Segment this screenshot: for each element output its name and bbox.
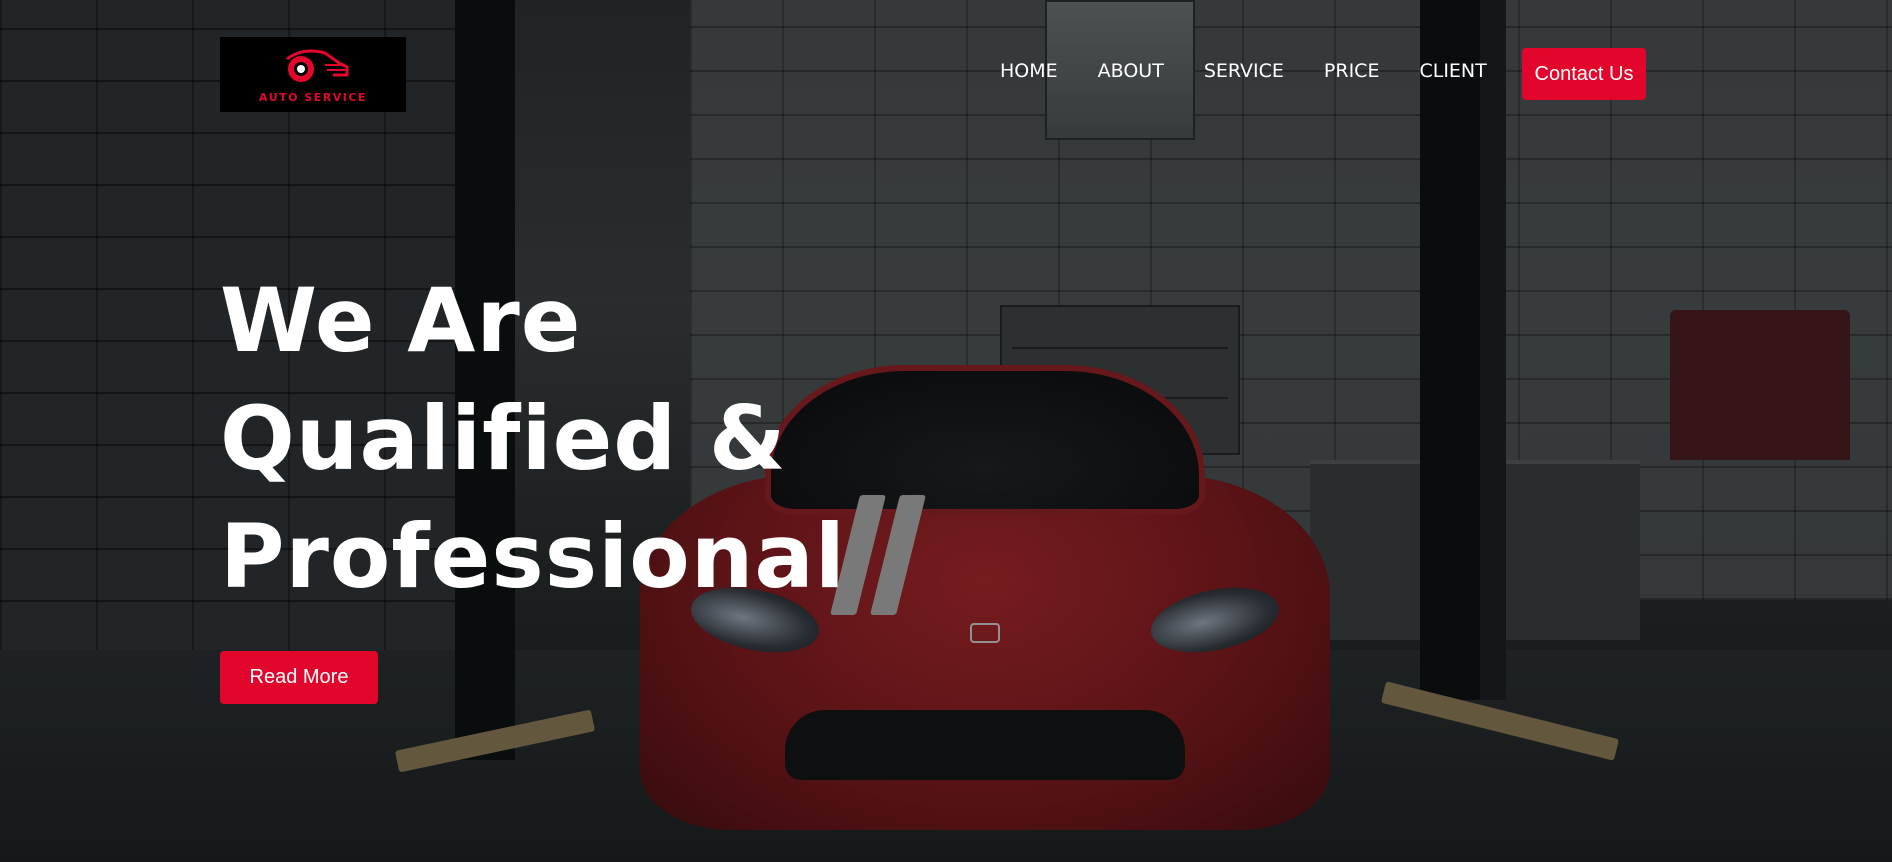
car-logo-icon [286,49,349,82]
hero-title-line: Professional [220,505,846,608]
contact-us-button[interactable]: Contact Us [1522,48,1646,100]
hero-title-line: Qualified & [220,387,787,490]
hero-title-line: We Are [220,269,582,372]
hero-title: We Are Qualified & Professional [220,262,920,616]
nav-price[interactable]: PRICE [1324,60,1380,82]
site-logo[interactable]: AUTO SERVICE [220,37,406,112]
main-nav: HOME ABOUT SERVICE PRICE CLIENT [1000,60,1527,82]
logo-text: AUTO SERVICE [259,91,367,104]
nav-about[interactable]: ABOUT [1098,60,1164,82]
nav-home[interactable]: HOME [1000,60,1058,82]
nav-client[interactable]: CLIENT [1419,60,1486,82]
nav-service[interactable]: SERVICE [1204,60,1284,82]
read-more-button[interactable]: Read More [220,651,378,704]
